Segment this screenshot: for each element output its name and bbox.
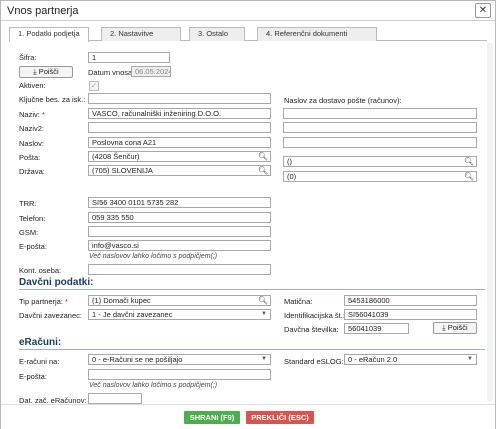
required-mark: * [41, 110, 45, 119]
tab-podatki-podjetja[interactable]: 1. Podatki podjetja [9, 27, 89, 42]
tab-referencni-dokumenti[interactable]: 4. Referenčni dokumenti [257, 27, 377, 41]
download-icon: ⤓ [442, 323, 446, 332]
zavezanec-select[interactable]: 1 - Je davčni zavezanec ▼ [88, 309, 271, 320]
dostava-drzava-input[interactable]: (0) 🔍︎ [283, 171, 477, 182]
eracuni-eposta-hint: Več naslovov lahko ločimo s podpičjem(;) [89, 382, 218, 389]
dialog-title: Vnos partnerja [7, 5, 79, 17]
standard-eslog-value: 0 - eRačun 2.0 [348, 355, 398, 364]
tab-bar: 1. Podatki podjetja 2. Nastavitve 3. Ost… [9, 27, 487, 42]
kljucne-label: Ključne bes. za isk.: [19, 95, 86, 104]
maticna-label: Matična: [284, 297, 313, 306]
tip-partnerja-input[interactable]: (1) Domači kupec 🔍︎ [88, 295, 271, 306]
tip-partnerja-label-text: Tip partnerja: [19, 297, 63, 306]
datum-vnosa-field: 06.05.2024 [131, 66, 171, 77]
davcna-input[interactable]: 56041039 [344, 323, 409, 334]
vertical-scrollbar[interactable] [487, 43, 493, 401]
posta-value: (4208 Šenčur) [92, 152, 140, 161]
eracuni-na-value: 0 - e-Računi se ne pošiljajo [92, 355, 183, 364]
telefon-label: Telefon: [19, 214, 46, 223]
section-divider [19, 349, 485, 350]
dostava-label: Naslov za dostavo pošte (računov): [284, 96, 402, 105]
search-icon[interactable]: 🔍︎ [258, 296, 268, 305]
naziv2-input[interactable] [88, 122, 271, 133]
kljucne-input[interactable] [88, 93, 271, 104]
chevron-down-icon: ▼ [467, 356, 473, 362]
dat-zac-input[interactable] [88, 393, 142, 404]
aktiven-label: Aktiven: [19, 81, 46, 90]
tab-nastavitve[interactable]: 2. Nastavitve [101, 27, 181, 41]
tip-partnerja-label: Tip partnerja: * [19, 297, 68, 306]
search-icon[interactable]: 🔍︎ [258, 166, 268, 175]
eposta-input[interactable]: info@vasco.si [88, 240, 271, 251]
zavezanec-value: 1 - Je davčni zavezanec [92, 310, 173, 319]
eracuni-na-select[interactable]: 0 - e-Računi se ne pošiljajo ▼ [88, 354, 271, 365]
dostava-posta-value: () [287, 157, 292, 166]
poisci-button-label: Poišči [38, 67, 59, 76]
dostava-line3-input[interactable] [283, 137, 477, 148]
required-mark: * [65, 297, 68, 306]
sifra-input[interactable]: 1 [88, 52, 170, 63]
dialog-footer: SHRANI (F9) PREKLIČI (ESC) [1, 404, 495, 429]
datum-vnosa-label: Datum vnosa: [88, 68, 135, 77]
eposta-label: E-pošta: [19, 242, 47, 251]
eracuni-eposta-label: E-pošta: [19, 372, 47, 381]
tip-partnerja-value: (1) Domači kupec [92, 296, 151, 305]
aktiven-checkbox[interactable]: ✓ [89, 81, 99, 91]
search-icon[interactable]: 🔍︎ [464, 157, 474, 166]
dostava-drzava-value: (0) [287, 172, 297, 181]
section-title-eracuni: eRačuni: [19, 337, 62, 348]
naslov-input[interactable]: Poslovna cona A21 [88, 137, 271, 148]
kont-oseba-label: Kont. oseba: [19, 266, 62, 275]
naziv-label-text: Naziv: [19, 110, 40, 119]
eposta-hint: Več naslovov lahko ločimo s podpičjem(;) [89, 253, 218, 260]
drzava-label: Država: [19, 167, 45, 176]
gsm-input[interactable] [88, 226, 271, 237]
kont-oseba-input[interactable] [88, 264, 271, 275]
sifra-label: Šifra: [19, 53, 37, 62]
standard-eslog-select[interactable]: 0 - eRačun 2.0 ▼ [344, 354, 477, 365]
zavezanec-label: Davčni zavezanec: [19, 311, 82, 320]
telefon-input[interactable]: 059 335 550 [88, 212, 271, 223]
drzava-value: (705) SLOVENIJA [92, 166, 153, 175]
naziv-input[interactable]: VASCO, računalniški inženiring D.O.O. [88, 108, 271, 119]
maticna-input[interactable]: 5453186000 [344, 295, 477, 306]
trr-input[interactable]: SI56 3400 0101 5735 282 [88, 197, 271, 208]
title-bar: Vnos partnerja ✕ [1, 1, 495, 21]
naziv2-label: Naziv2: [19, 124, 45, 133]
cancel-button[interactable]: PREKLIČI (ESC) [246, 411, 314, 424]
dostava-line1-input[interactable] [283, 108, 477, 119]
posta-input[interactable]: (4208 Šenčur) 🔍︎ [88, 151, 271, 162]
poisci-button[interactable]: ⤓ Poišči [19, 66, 73, 78]
section-title-davcni: Davčni podatki: [19, 277, 94, 288]
partner-dialog: Vnos partnerja ✕ 1. Podatki podjetja 2. … [0, 0, 496, 429]
search-icon[interactable]: 🔍︎ [464, 172, 474, 181]
trr-label: TRR: [19, 199, 37, 208]
dostava-posta-input[interactable]: () 🔍︎ [283, 156, 477, 167]
download-icon: ⤓ [33, 67, 37, 76]
gsm-label: GSM: [19, 228, 39, 237]
identifikacijska-input[interactable]: SI56041039 [344, 309, 477, 320]
davcna-label: Davčna številka: [284, 325, 339, 334]
poisci-davcna-label: Poišči [447, 323, 468, 332]
posta-label: Pošta: [19, 153, 41, 162]
section-divider [19, 289, 485, 290]
eracuni-eposta-input[interactable] [88, 369, 271, 380]
drzava-input[interactable]: (705) SLOVENIJA 🔍︎ [88, 165, 271, 176]
naslov-label: Naslov: [19, 139, 45, 148]
close-icon: ✕ [478, 5, 488, 16]
chevron-down-icon: ▼ [261, 356, 267, 362]
naziv-label: Naziv: * [19, 110, 45, 119]
poisci-davcna-button[interactable]: ⤓ Poišči [433, 322, 477, 334]
eracuni-na-label: E-računi na: [19, 357, 60, 366]
identifikacijska-label: Identifikacijska št.: [284, 311, 345, 320]
dostava-line2-input[interactable] [283, 122, 477, 133]
search-icon[interactable]: 🔍︎ [258, 152, 268, 161]
standard-eslog-label: Standard eSLOG: [284, 357, 344, 366]
close-button[interactable]: ✕ [475, 3, 491, 18]
tab-ostalo[interactable]: 3. Ostalo [189, 27, 245, 41]
save-button[interactable]: SHRANI (F9) [184, 411, 240, 424]
chevron-down-icon: ▼ [261, 311, 267, 317]
